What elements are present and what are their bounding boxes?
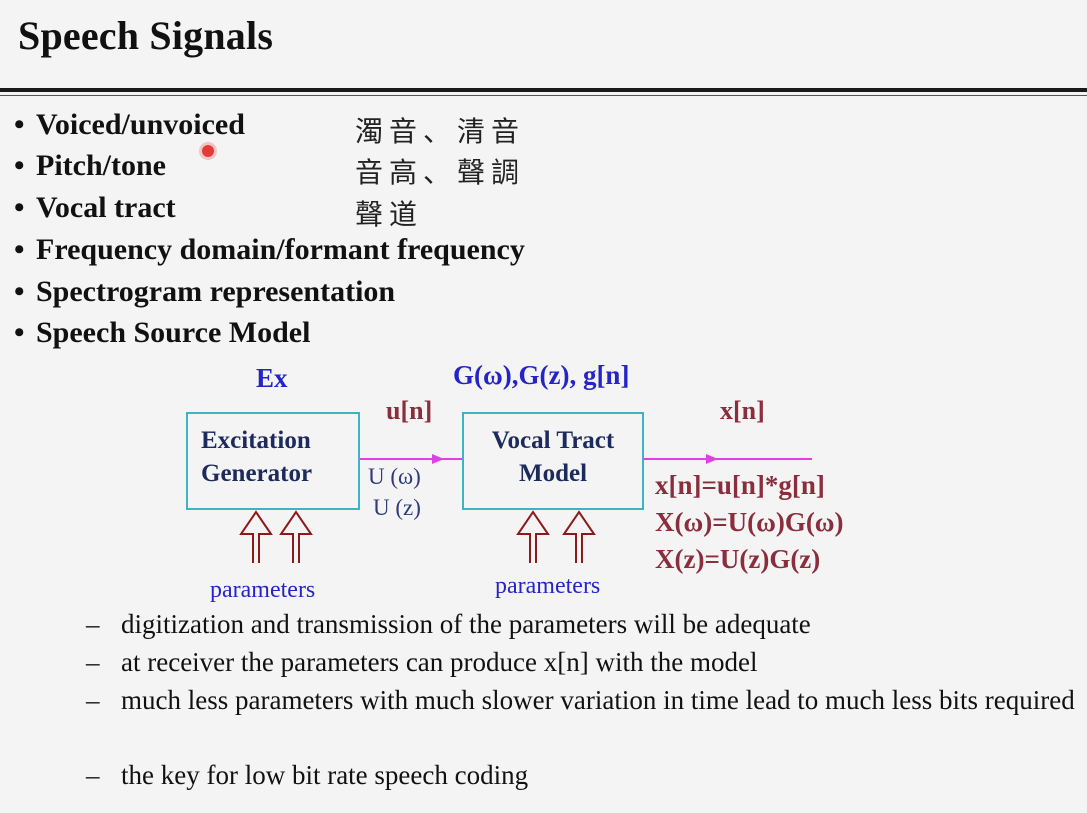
param-arrow-right-2: [562, 510, 596, 563]
equation-frequency: X(ω)=U(ω)G(ω): [655, 507, 844, 537]
ex-label: Ex: [256, 363, 288, 393]
parameters-right-label: parameters: [495, 573, 601, 599]
arrow-head-xn: [706, 454, 718, 464]
vocal-tract-model-box: Vocal Tract Model: [462, 412, 644, 510]
parameters-left-label: parameters: [210, 577, 316, 603]
excitation-generator-box: Excitation Generator: [186, 412, 360, 510]
param-arrow-right-1: [516, 510, 550, 563]
u-omega-label: U (ω): [368, 464, 421, 489]
equation-z: X(z)=U(z)G(z): [655, 544, 821, 574]
equation-time: x[n]=u[n]*g[n]: [655, 470, 825, 500]
un-label: u[n]: [386, 396, 433, 425]
param-arrow-left-1: [239, 510, 273, 563]
param-arrow-left-2: [279, 510, 313, 563]
xn-label: x[n]: [720, 396, 765, 425]
arrow-head-un: [432, 454, 444, 464]
u-z-label: U (z): [373, 495, 421, 520]
transfer-function-label: G(ω),G(z), g[n]: [453, 360, 630, 390]
